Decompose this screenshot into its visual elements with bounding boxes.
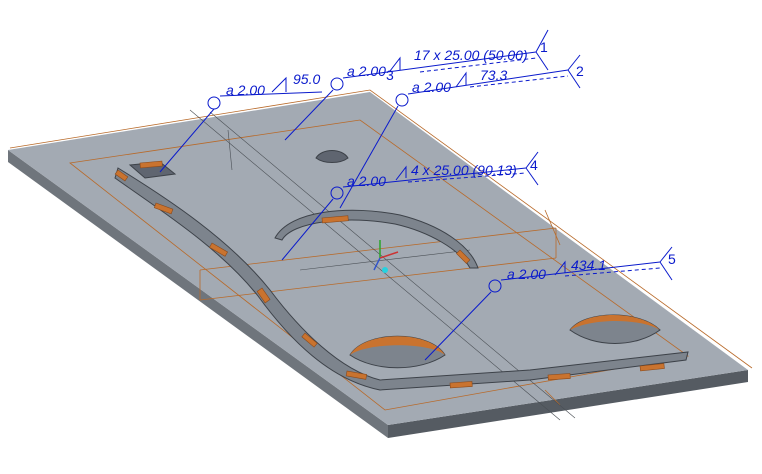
weld-size-label: a 2.00 bbox=[226, 82, 265, 98]
weld-id-label: 2 bbox=[576, 63, 584, 79]
weld-length-label: 434.1 bbox=[571, 257, 606, 273]
weld-length-label: 17 x 25.00 (50.00) bbox=[414, 47, 528, 63]
weld-length-label: 95.0 bbox=[293, 71, 320, 87]
weld-id-label: 1 bbox=[540, 39, 548, 55]
weld-id-label: 5 bbox=[668, 251, 676, 267]
cad-viewport[interactable]: a 2.00 95.0 3 a 2.00 17 x 25.00 (50.00) … bbox=[0, 0, 762, 474]
weld-size-label: a 2.00 bbox=[507, 266, 546, 282]
weld-size-label: a 2.00 bbox=[412, 79, 451, 95]
weld-annotation-2[interactable]: a 2.00 73.3 2 bbox=[412, 63, 584, 95]
weld-size-label: a 2.00 bbox=[347, 63, 386, 79]
weld-annotation-1[interactable]: a 2.00 17 x 25.00 (50.00) 1 bbox=[347, 39, 548, 79]
weld-id-label: 4 bbox=[530, 157, 538, 173]
weld-length-label: 4 x 25.00 (90.13) bbox=[411, 162, 517, 178]
weld-id-label: 3 bbox=[386, 67, 394, 83]
weld-size-label: a 2.00 bbox=[347, 173, 386, 189]
weld-length-label: 73.3 bbox=[480, 67, 507, 83]
